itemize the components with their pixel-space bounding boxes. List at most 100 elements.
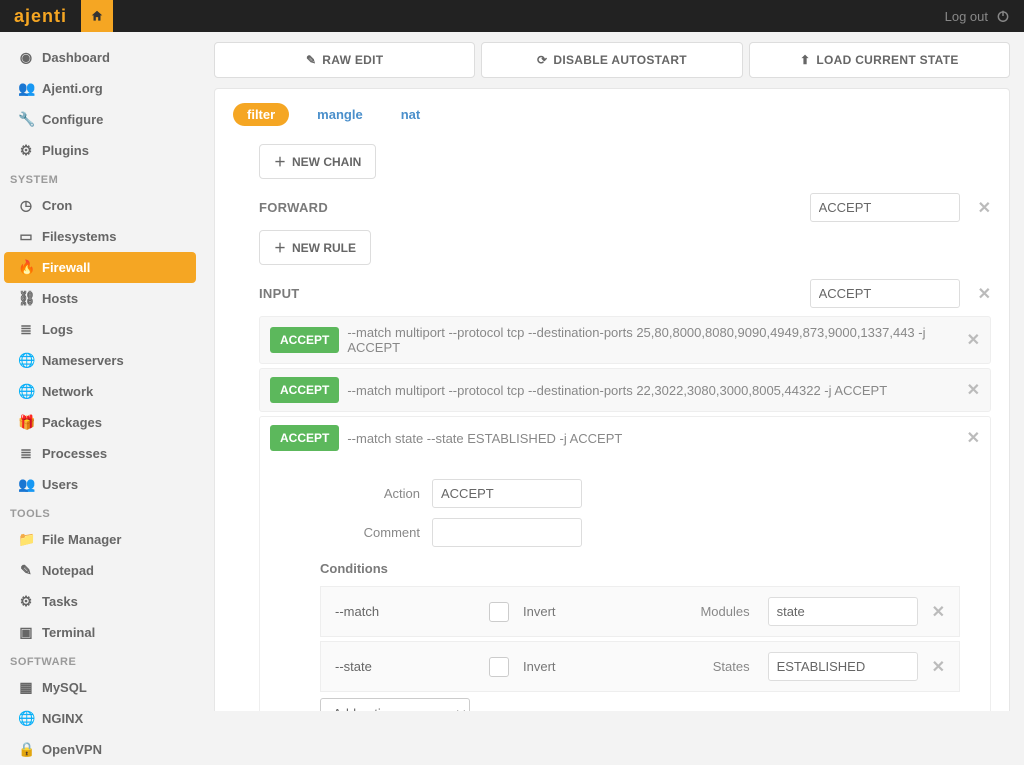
tab-nat[interactable]: nat xyxy=(391,103,431,126)
sidebar-item-mysql[interactable]: ▦MySQL xyxy=(4,672,196,703)
condition-row: --state Invert States ✕ xyxy=(320,641,960,692)
list-icon: ≣ xyxy=(18,321,34,338)
new-rule-button[interactable]: ＋NEW RULE xyxy=(259,230,371,265)
rule-header[interactable]: ACCEPT --match state --state ESTABLISHED… xyxy=(260,417,990,459)
condition-value-input[interactable] xyxy=(768,652,918,681)
hdd-icon: ▭ xyxy=(18,228,34,245)
lock-icon: 🔒 xyxy=(18,741,34,758)
plus-icon: ＋ xyxy=(274,153,286,170)
input-policy-input[interactable] xyxy=(810,279,960,308)
table-icon: ▦ xyxy=(18,679,34,696)
sidebar-item-tasks[interactable]: ⚙Tasks xyxy=(4,586,196,617)
chain-input-title: INPUT xyxy=(259,286,300,301)
sidebar: ◉Dashboard 👥Ajenti.org 🔧Configure ⚙Plugi… xyxy=(0,32,200,711)
sidebar-item-ajentiorg[interactable]: 👥Ajenti.org xyxy=(4,73,196,104)
sidebar-item-cron[interactable]: ◷Cron xyxy=(4,190,196,221)
load-current-state-button[interactable]: ⬆LOAD CURRENT STATE xyxy=(749,42,1010,78)
rule-delete-button[interactable]: ✕ xyxy=(967,380,980,400)
sidebar-item-configure[interactable]: 🔧Configure xyxy=(4,104,196,135)
gift-icon: 🎁 xyxy=(18,414,34,431)
rule-row-expanded: ACCEPT --match state --state ESTABLISHED… xyxy=(259,416,991,711)
forward-delete-button[interactable]: ✕ xyxy=(978,198,991,218)
rule-badge: ACCEPT xyxy=(270,425,339,451)
add-option-select[interactable]: Add option xyxy=(320,698,470,711)
upload-icon: ⬆ xyxy=(800,53,810,67)
sidebar-item-openvpn[interactable]: 🔒OpenVPN xyxy=(4,734,196,765)
globe-icon: 🌐 xyxy=(18,383,34,400)
comment-input[interactable] xyxy=(432,518,582,547)
sidebar-item-firewall[interactable]: 🔥Firewall xyxy=(4,252,196,283)
clock-icon: ◷ xyxy=(18,197,34,214)
sidebar-item-nameservers[interactable]: 🌐Nameservers xyxy=(4,345,196,376)
globe-icon: 🌐 xyxy=(18,710,34,727)
rule-delete-button[interactable]: ✕ xyxy=(967,428,980,448)
globe-icon: 🌐 xyxy=(18,352,34,369)
sidebar-item-plugins[interactable]: ⚙Plugins xyxy=(4,135,196,166)
wrench-icon: 🔧 xyxy=(18,111,34,128)
rule-desc: --match state --state ESTABLISHED -j ACC… xyxy=(347,431,958,446)
sidebar-item-processes[interactable]: ≣Processes xyxy=(4,438,196,469)
power-icon xyxy=(996,9,1010,23)
disable-autostart-button[interactable]: ⟳DISABLE AUTOSTART xyxy=(481,42,742,78)
list-icon: ≣ xyxy=(18,445,34,462)
sidebar-item-filesystems[interactable]: ▭Filesystems xyxy=(4,221,196,252)
home-icon xyxy=(90,9,104,23)
sidebar-item-dashboard[interactable]: ◉Dashboard xyxy=(4,42,196,73)
rule-badge: ACCEPT xyxy=(270,377,339,403)
sidebar-item-users[interactable]: 👥Users xyxy=(4,469,196,500)
logout-label: Log out xyxy=(945,9,988,24)
section-software: SOFTWARE xyxy=(0,648,200,672)
comment-label: Comment xyxy=(320,525,420,540)
input-delete-button[interactable]: ✕ xyxy=(978,284,991,304)
action-input[interactable] xyxy=(432,479,582,508)
invert-label: Invert xyxy=(523,604,573,619)
conditions-title: Conditions xyxy=(320,561,960,576)
rule-desc: --match multiport --protocol tcp --desti… xyxy=(347,325,958,355)
invert-checkbox[interactable] xyxy=(489,602,509,622)
brand-logo: ajenti xyxy=(14,0,77,32)
edit-icon: ✎ xyxy=(18,562,34,579)
home-button[interactable] xyxy=(81,0,113,32)
rule-row[interactable]: ACCEPT --match multiport --protocol tcp … xyxy=(259,368,991,412)
forward-policy-input[interactable] xyxy=(810,193,960,222)
invert-label: Invert xyxy=(523,659,573,674)
sitemap-icon: ⛓ xyxy=(18,290,34,307)
dashboard-icon: ◉ xyxy=(18,49,34,66)
tab-mangle[interactable]: mangle xyxy=(307,103,373,126)
invert-checkbox[interactable] xyxy=(489,657,509,677)
plus-icon: ＋ xyxy=(274,239,286,256)
raw-edit-button[interactable]: ✎RAW EDIT xyxy=(214,42,475,78)
section-system: SYSTEM xyxy=(0,166,200,190)
action-label: Action xyxy=(320,486,420,501)
condition-row: --match Invert Modules ✕ xyxy=(320,586,960,637)
rule-badge: ACCEPT xyxy=(270,327,339,353)
sidebar-item-hosts[interactable]: ⛓Hosts xyxy=(4,283,196,314)
section-tools: TOOLS xyxy=(0,500,200,524)
rule-row[interactable]: ACCEPT --match multiport --protocol tcp … xyxy=(259,316,991,364)
pencil-icon: ✎ xyxy=(306,53,316,67)
sidebar-item-terminal[interactable]: ▣Terminal xyxy=(4,617,196,648)
rule-delete-button[interactable]: ✕ xyxy=(967,330,980,350)
logout-link[interactable]: Log out xyxy=(931,0,1024,32)
sidebar-item-filemanager[interactable]: 📁File Manager xyxy=(4,524,196,555)
condition-option: --state xyxy=(335,659,475,674)
condition-option: --match xyxy=(335,604,475,619)
terminal-icon: ▣ xyxy=(18,624,34,641)
new-chain-button[interactable]: ＋NEW CHAIN xyxy=(259,144,376,179)
condition-delete-button[interactable]: ✕ xyxy=(932,602,945,622)
condition-delete-button[interactable]: ✕ xyxy=(932,657,945,677)
tab-filter[interactable]: filter xyxy=(233,103,289,126)
chain-forward-title: FORWARD xyxy=(259,200,328,215)
sidebar-item-notepad[interactable]: ✎Notepad xyxy=(4,555,196,586)
condition-value-input[interactable] xyxy=(768,597,918,626)
folder-icon: 📁 xyxy=(18,531,34,548)
sidebar-item-logs[interactable]: ≣Logs xyxy=(4,314,196,345)
group-icon: 👥 xyxy=(18,80,34,97)
sidebar-item-network[interactable]: 🌐Network xyxy=(4,376,196,407)
refresh-icon: ⟳ xyxy=(537,53,547,67)
sidebar-item-packages[interactable]: 🎁Packages xyxy=(4,407,196,438)
gears-icon: ⚙ xyxy=(18,142,34,159)
condition-key: Modules xyxy=(587,604,754,619)
condition-key: States xyxy=(587,659,754,674)
sidebar-item-nginx[interactable]: 🌐NGINX xyxy=(4,703,196,734)
